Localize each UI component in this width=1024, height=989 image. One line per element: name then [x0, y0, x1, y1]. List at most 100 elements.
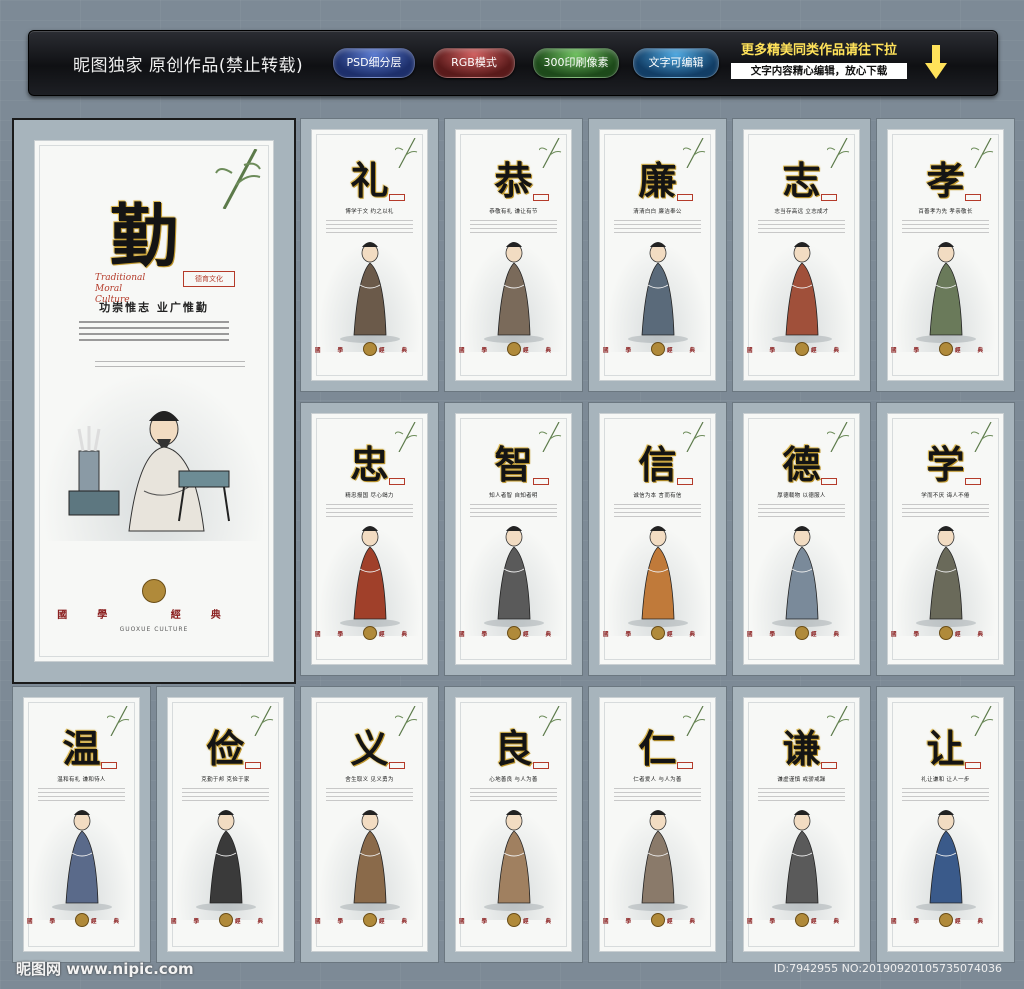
- poster-panel[interactable]: 良心地善良 与人为善 國學 經典: [444, 686, 583, 963]
- poster-footer-latin: GUOXUE CULTURE: [119, 626, 189, 633]
- watermark-id: ID:7942955 NO:20190920105735074036: [773, 962, 1002, 975]
- psd-layers-badge[interactable]: PSD细分层: [333, 48, 415, 78]
- paragraph-lines: [758, 220, 845, 236]
- arrow-down-icon: [925, 45, 947, 79]
- poster-panel[interactable]: 义舍生取义 见义勇为 國學 經典: [300, 686, 439, 963]
- poster-character: 廉: [638, 158, 677, 203]
- figure-illustration-icon: [627, 810, 688, 911]
- poster-character: 礼: [350, 158, 389, 203]
- red-seal: [821, 478, 837, 485]
- paragraph-lines: [470, 220, 557, 236]
- poster-panel[interactable]: 廉清清白白 廉洁奉公 國學 經典: [588, 118, 727, 392]
- brand-text: 昵图独家 原创作品(禁止转载): [73, 56, 304, 76]
- poster-panel[interactable]: 学学而不厌 诲人不倦 國學 經典: [876, 402, 1015, 676]
- red-seal: [821, 762, 837, 769]
- poster-frame: 谦谦虚谨慎 戒骄戒躁 國學 經典: [743, 697, 860, 952]
- poster-panel[interactable]: 温温和有礼 谦和待人 國學 經典: [12, 686, 151, 963]
- poster-panel[interactable]: 忠精忠报国 尽心竭力 國學 經典: [300, 402, 439, 676]
- poster-frame: 俭克勤于邦 克俭于家 國學 經典: [167, 697, 284, 952]
- red-seal: [821, 194, 837, 201]
- poster-frame: 仁仁者爱人 与人为善 國學 經典: [599, 697, 716, 952]
- poster-footer: 國學 經典: [891, 919, 1000, 925]
- poster-character: 俭: [206, 726, 245, 771]
- poster-footer: 國學 經典: [891, 348, 1000, 354]
- poster-motto: 诚信为本 言而有信: [633, 493, 682, 499]
- poster-motto: 精忠报国 尽心竭力: [345, 493, 394, 499]
- poster-frame: 勤 Traditional Moral Culture 德育文化 功崇惟志 业广…: [34, 140, 274, 662]
- red-seal: [677, 194, 693, 201]
- rgb-mode-badge[interactable]: RGB模式: [433, 48, 515, 78]
- poster-motto: 温和有礼 谦和待人: [57, 777, 106, 783]
- paragraph-lines: [902, 788, 989, 804]
- poster-motto: 礼让谦和 让人一步: [921, 777, 970, 783]
- poster-panel[interactable]: 恭恭敬有礼 谦让有节國學 經典: [444, 118, 583, 392]
- poster-character: 学: [926, 442, 965, 487]
- paragraph-lines: [326, 504, 413, 520]
- poster-character: 谦: [782, 726, 821, 771]
- poster-footer: 國學 經典: [603, 919, 712, 925]
- poster-character: 恭: [494, 158, 533, 203]
- poster-panel[interactable]: 智知人者智 自知者明 國學 經典: [444, 402, 583, 676]
- figure-illustration-icon: [483, 810, 544, 911]
- poster-panel[interactable]: 让礼让谦和 让人一步國學 經典: [876, 686, 1015, 963]
- poster-panel[interactable]: 仁仁者爱人 与人为善 國學 經典: [588, 686, 727, 963]
- red-seal: [101, 762, 117, 769]
- poster-panel[interactable]: 礼博学于文 约之以礼 國學 經典: [300, 118, 439, 392]
- poster-qin-large[interactable]: 勤 Traditional Moral Culture 德育文化 功崇惟志 业广…: [12, 118, 296, 684]
- poster-frame: 让礼让谦和 让人一步國學 經典: [887, 697, 1004, 952]
- figure-illustration-icon: [339, 242, 400, 343]
- poster-panel[interactable]: 德厚德载物 以德服人 國學 經典: [732, 402, 871, 676]
- poster-footer: 國學 經典: [315, 919, 424, 925]
- red-seal: [965, 194, 981, 201]
- paragraph-lines: [758, 504, 845, 520]
- poster-frame: 信诚信为本 言而有信 國學 經典: [599, 413, 716, 665]
- red-seal: [533, 762, 549, 769]
- italic-lines: [95, 361, 245, 371]
- red-seal: [677, 478, 693, 485]
- guoxue-seal-icon: [142, 579, 166, 603]
- poster-motto: 克勤于邦 克俭于家: [201, 777, 250, 783]
- poster-footer: 國學 經典: [315, 632, 424, 638]
- poster-footer: 國學 經典: [57, 610, 251, 621]
- figure-illustration-icon: [915, 242, 976, 343]
- watermark-site: 昵图网 www.nipic.com: [16, 960, 194, 978]
- poster-panel[interactable]: 志志当存高远 立志成才 國學 經典: [732, 118, 871, 392]
- figure-illustration-icon: [195, 810, 256, 911]
- figure-illustration-icon: [771, 526, 832, 627]
- poster-motto: 百善孝为先 孝亲敬长: [918, 209, 973, 215]
- paragraph-lines: [79, 321, 229, 345]
- figure-illustration-icon: [915, 526, 976, 627]
- poster-motto: 恭敬有礼 谦让有节: [489, 209, 538, 215]
- poster-character: 孝: [926, 158, 965, 203]
- editable-text-badge[interactable]: 文字可编辑: [633, 48, 719, 78]
- poster-character: 信: [638, 442, 677, 487]
- poster-panel[interactable]: 俭克勤于邦 克俭于家 國學 經典: [156, 686, 295, 963]
- poster-frame: 忠精忠报国 尽心竭力 國學 經典: [311, 413, 428, 665]
- poster-character: 让: [926, 726, 965, 771]
- more-works-text[interactable]: 更多精美同类作品请往下拉: [729, 39, 909, 58]
- poster-character: 德: [782, 442, 821, 487]
- paragraph-lines: [326, 788, 413, 804]
- poster-character: 仁: [638, 726, 677, 771]
- print-resolution-badge[interactable]: 300印刷像素: [533, 48, 619, 78]
- figure-illustration-icon: [483, 242, 544, 343]
- paragraph-lines: [470, 504, 557, 520]
- poster-footer: 國學 經典: [459, 348, 568, 354]
- poster-footer: 國學 經典: [459, 919, 568, 925]
- scholar-figure-icon: [68, 411, 230, 532]
- poster-frame: 廉清清白白 廉洁奉公 國學 經典: [599, 129, 716, 381]
- poster-footer: 國學 經典: [747, 919, 856, 925]
- poster-panel[interactable]: 谦谦虚谨慎 戒骄戒躁 國學 經典: [732, 686, 871, 963]
- poster-panel[interactable]: 信诚信为本 言而有信 國學 經典: [588, 402, 727, 676]
- poster-character: 智: [494, 442, 533, 487]
- poster-motto: 博学于文 约之以礼: [345, 209, 394, 215]
- poster-footer: 國學 經典: [891, 632, 1000, 638]
- download-note: 文字内容精心编辑，放心下载: [731, 63, 907, 79]
- figure-illustration-icon: [771, 810, 832, 911]
- red-seal: [389, 194, 405, 201]
- poster-panel[interactable]: 孝百善孝为先 孝亲敬长國學 經典: [876, 118, 1015, 392]
- poster-motto: 厚德载物 以德服人: [777, 493, 826, 499]
- red-seal: [677, 762, 693, 769]
- poster-frame: 良心地善良 与人为善 國學 經典: [455, 697, 572, 952]
- poster-frame: 恭恭敬有礼 谦让有节國學 經典: [455, 129, 572, 381]
